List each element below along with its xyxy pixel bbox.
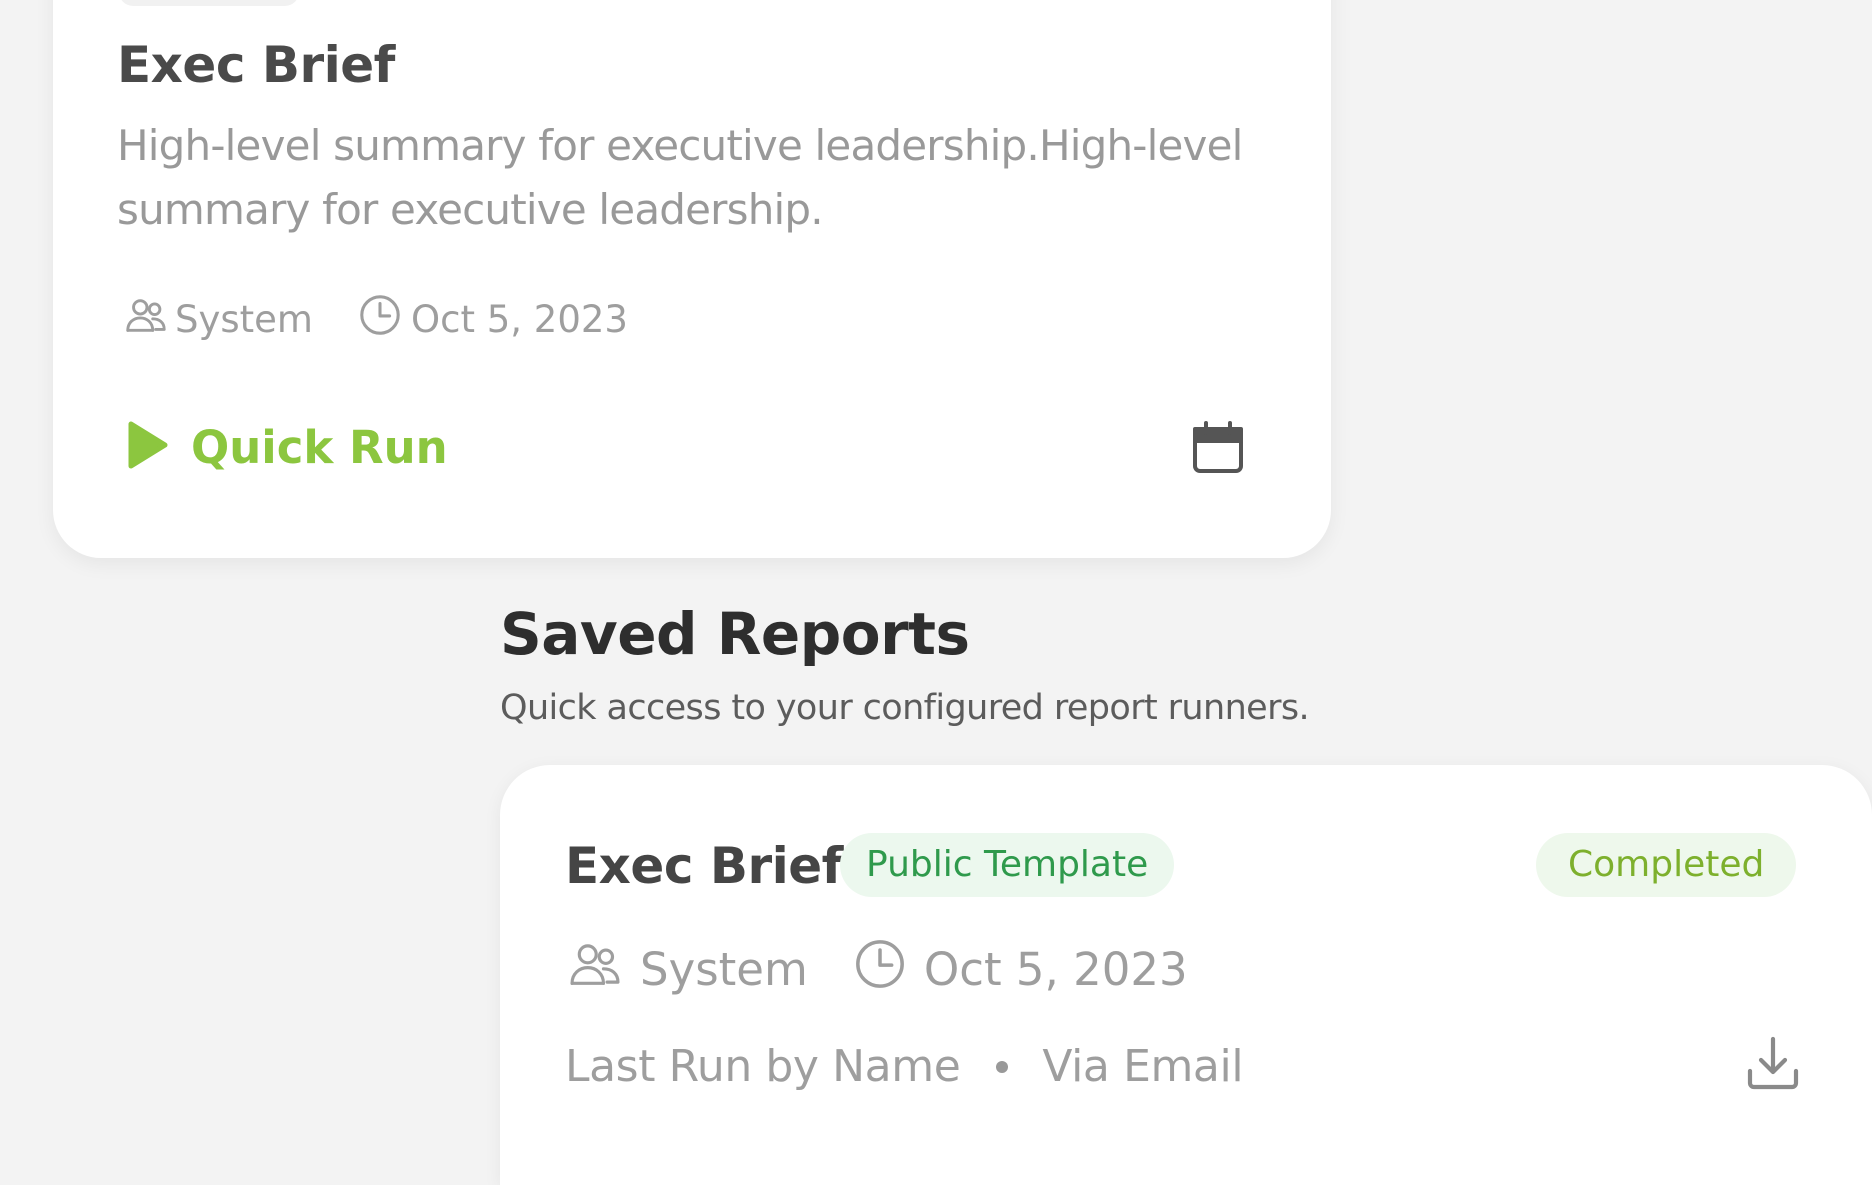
users-icon bbox=[566, 935, 624, 1004]
download-icon[interactable] bbox=[1742, 1033, 1804, 1095]
public-template-tag: Public Template bbox=[840, 833, 1175, 897]
quick-run-button[interactable]: Quick Run bbox=[125, 420, 448, 474]
owner-label: System bbox=[640, 943, 808, 996]
separator-dot bbox=[996, 1060, 1009, 1073]
owner-meta: System bbox=[566, 935, 808, 1004]
date-label: Oct 5, 2023 bbox=[923, 943, 1188, 996]
users-icon bbox=[123, 292, 169, 347]
section-title: Saved Reports bbox=[500, 600, 970, 668]
template-card[interactable]: Exec Brief High-level summary for execut… bbox=[53, 0, 1331, 558]
play-icon bbox=[125, 420, 169, 474]
template-card-description: High-level summary for executive leaders… bbox=[117, 121, 1243, 234]
quick-run-label: Quick Run bbox=[191, 420, 448, 474]
report-meta: System Oct 5, 2023 bbox=[566, 935, 1188, 1004]
owner-label: System bbox=[175, 298, 313, 341]
date-label: Oct 5, 2023 bbox=[410, 298, 628, 341]
owner-meta: System bbox=[123, 292, 313, 347]
status-badge: Completed bbox=[1536, 833, 1797, 897]
run-info: Last Run by Name Via Email bbox=[565, 1041, 1244, 1092]
card-top-tag bbox=[119, 0, 299, 6]
calendar-icon[interactable] bbox=[1190, 420, 1246, 476]
date-meta: Oct 5, 2023 bbox=[357, 292, 628, 347]
template-card-meta: System Oct 5, 2023 bbox=[123, 292, 628, 347]
saved-report-card[interactable]: Exec Brief Public Template Completed Sys… bbox=[500, 765, 1872, 1185]
date-meta: Oct 5, 2023 bbox=[852, 936, 1188, 1003]
clock-icon bbox=[357, 292, 403, 347]
delivery-method: Via Email bbox=[1042, 1041, 1244, 1092]
report-title: Exec Brief bbox=[565, 837, 843, 895]
section-subtitle: Quick access to your configured report r… bbox=[500, 688, 1310, 728]
last-run-by: Last Run by Name bbox=[565, 1041, 961, 1092]
clock-icon bbox=[852, 936, 908, 1003]
template-card-title: Exec Brief bbox=[117, 36, 395, 94]
